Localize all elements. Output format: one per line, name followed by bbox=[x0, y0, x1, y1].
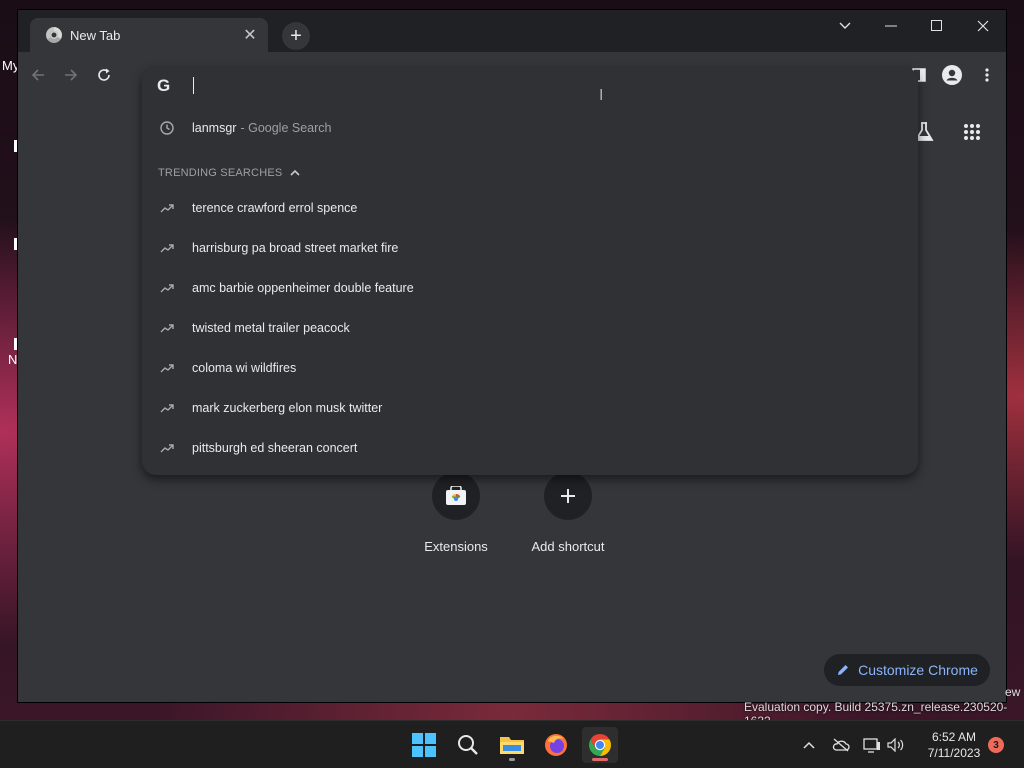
onedrive-offline-icon[interactable] bbox=[831, 735, 851, 755]
tab-close-icon[interactable]: ✕ bbox=[236, 25, 264, 45]
running-indicator bbox=[509, 758, 515, 761]
minimize-button[interactable] bbox=[868, 10, 914, 42]
trending-header-label: TRENDING SEARCHES bbox=[158, 167, 283, 179]
trending-suggestion[interactable]: harrisburg pa broad street market fire bbox=[142, 228, 918, 268]
trending-suggestion[interactable]: mark zuckerberg elon musk twitter bbox=[142, 388, 918, 428]
trending-arrow-icon bbox=[142, 203, 192, 213]
trending-arrow-icon bbox=[142, 363, 192, 373]
tab-new-tab[interactable]: New Tab ✕ bbox=[30, 18, 268, 52]
suggestion-text: twisted metal trailer peacock bbox=[192, 321, 350, 335]
trending-suggestion[interactable]: terence crawford errol spence bbox=[142, 188, 918, 228]
omnibox-dropdown: G I lanmsgr - Google Search TRENDING SEA… bbox=[142, 67, 918, 475]
chrome-favicon-icon bbox=[46, 27, 62, 43]
taskbar: 6:52 AM 7/11/2023 3 bbox=[0, 720, 1024, 768]
trending-arrow-icon bbox=[142, 243, 192, 253]
close-window-button[interactable] bbox=[960, 10, 1006, 42]
notification-badge[interactable]: 3 bbox=[988, 737, 1004, 753]
suggestion-subtext: - Google Search bbox=[240, 121, 332, 135]
google-g-icon: G bbox=[157, 76, 171, 95]
trending-header[interactable]: TRENDING SEARCHES bbox=[158, 163, 300, 183]
history-clock-icon bbox=[142, 121, 192, 135]
chrome-icon bbox=[589, 734, 611, 756]
suggestion-text: amc barbie oppenheimer double feature bbox=[192, 281, 414, 295]
search-icon bbox=[458, 735, 478, 755]
volume-icon[interactable] bbox=[886, 735, 906, 755]
new-tab-button[interactable]: + bbox=[282, 22, 310, 50]
text-caret bbox=[193, 77, 194, 94]
suggestion-text: coloma wi wildfires bbox=[192, 361, 297, 375]
active-indicator bbox=[592, 758, 608, 761]
reload-icon[interactable] bbox=[91, 62, 117, 88]
tab-search-chevron-icon[interactable] bbox=[822, 10, 868, 42]
suggestion-text: lanmsgr bbox=[192, 121, 237, 135]
trending-suggestion[interactable]: coloma wi wildfires bbox=[142, 348, 918, 388]
firefox-button[interactable] bbox=[538, 727, 574, 763]
customize-chrome-button[interactable]: Customize Chrome bbox=[824, 654, 990, 686]
trending-arrow-icon bbox=[142, 283, 192, 293]
address-bar-input[interactable]: G I bbox=[142, 67, 918, 105]
chevron-up-icon[interactable] bbox=[290, 167, 300, 179]
windows-logo-icon bbox=[412, 733, 436, 757]
desktop-icon-label[interactable]: My bbox=[2, 58, 19, 73]
more-menu-icon[interactable] bbox=[974, 62, 1000, 88]
clock-time: 6:52 AM bbox=[931, 730, 977, 744]
trending-suggestion[interactable]: amc barbie oppenheimer double feature bbox=[142, 268, 918, 308]
plus-icon bbox=[544, 472, 592, 520]
desktop-text-fragment: ew bbox=[1005, 685, 1021, 699]
network-icon[interactable] bbox=[862, 735, 882, 755]
chrome-button[interactable] bbox=[582, 727, 618, 763]
desktop-icon-label[interactable]: N bbox=[8, 352, 17, 367]
trending-arrow-icon bbox=[142, 323, 192, 333]
start-button[interactable] bbox=[406, 727, 442, 763]
suggestion-text: mark zuckerberg elon musk twitter bbox=[192, 401, 383, 415]
shortcut-label: Add shortcut bbox=[531, 539, 605, 554]
tab-title: New Tab bbox=[70, 27, 121, 43]
clock-date: 7/11/2023 bbox=[927, 746, 981, 760]
i-beam-cursor-icon: I bbox=[599, 87, 604, 104]
profile-avatar-icon[interactable] bbox=[939, 62, 965, 88]
suggestion-text: harrisburg pa broad street market fire bbox=[192, 241, 399, 255]
maximize-button[interactable] bbox=[914, 10, 960, 42]
chrome-web-store-icon bbox=[432, 472, 480, 520]
title-bar: New Tab ✕ + bbox=[18, 10, 1006, 52]
back-arrow-icon[interactable] bbox=[25, 62, 51, 88]
chrome-window: New Tab ✕ + Extensions Add shortcut Cust… bbox=[18, 10, 1006, 702]
shortcut-add[interactable]: Add shortcut bbox=[512, 472, 624, 554]
trending-arrow-icon bbox=[142, 403, 192, 413]
trending-arrow-icon bbox=[142, 443, 192, 453]
customize-label: Customize Chrome bbox=[858, 662, 978, 678]
shortcut-label: Extensions bbox=[424, 539, 488, 554]
firefox-icon bbox=[545, 734, 567, 756]
folder-icon bbox=[500, 737, 524, 754]
search-button[interactable] bbox=[450, 727, 486, 763]
suggestion-text: terence crawford errol spence bbox=[192, 201, 358, 215]
shortcut-extensions[interactable]: Extensions bbox=[400, 472, 512, 554]
forward-arrow-icon[interactable] bbox=[58, 62, 84, 88]
suggestion-history[interactable]: lanmsgr - Google Search bbox=[142, 108, 918, 148]
file-explorer-button[interactable] bbox=[494, 727, 530, 763]
google-apps-grid-icon[interactable] bbox=[954, 114, 990, 150]
pencil-icon bbox=[838, 665, 849, 675]
system-clock[interactable]: 6:52 AM 7/11/2023 bbox=[920, 729, 988, 761]
trending-suggestion[interactable]: twisted metal trailer peacock bbox=[142, 308, 918, 348]
show-hidden-icons-chevron-icon[interactable] bbox=[799, 735, 819, 755]
suggestion-text: pittsburgh ed sheeran concert bbox=[192, 441, 358, 455]
trending-suggestion[interactable]: pittsburgh ed sheeran concert bbox=[142, 428, 918, 468]
